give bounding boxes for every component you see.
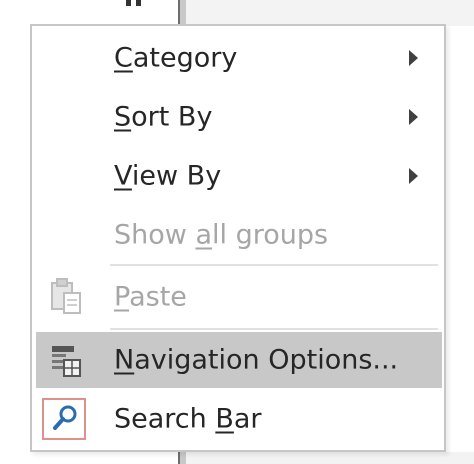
search-icon [53,405,77,430]
background-glyph [126,0,141,6]
menu-item-show-all-groups: Show all groups [36,207,442,263]
menu-item-sort-by-label: Sort By [114,101,213,133]
submenu-arrow-icon [409,109,418,125]
menu-item-sort-by[interactable]: Sort By [36,89,442,145]
menu-separator [110,328,438,330]
context-menu: Category Sort By View By Show all groups [30,24,446,452]
menu-item-paste-label: Paste [114,281,187,313]
menu-item-paste: Paste [36,269,442,325]
screen: Category Sort By View By Show all groups [0,0,474,464]
menu-item-category[interactable]: Category [36,30,442,86]
background-pane-bottom [186,452,474,464]
menu-item-view-by-label: View By [114,160,222,192]
menu-item-navigation-options-label: Navigation Options... [114,344,399,376]
navigation-options-icon [52,346,81,377]
menu-item-search-bar[interactable]: Search Bar [36,391,442,447]
clipboard-paste-icon [51,278,81,314]
menu-item-show-all-groups-label: Show all groups [114,219,329,251]
menu-separator [110,264,438,266]
menu-item-search-bar-label: Search Bar [114,403,262,435]
submenu-arrow-icon [409,168,418,184]
background-scrollbar-bottom[interactable] [178,452,186,464]
menu-item-view-by[interactable]: View By [36,148,442,204]
menu-item-category-label: Category [114,42,238,74]
submenu-arrow-icon [409,50,418,66]
background-scrollbar[interactable] [178,0,186,26]
menu-item-navigation-options[interactable]: Navigation Options... [36,332,442,388]
search-icon-frame [42,398,86,440]
background-pane [186,0,474,26]
